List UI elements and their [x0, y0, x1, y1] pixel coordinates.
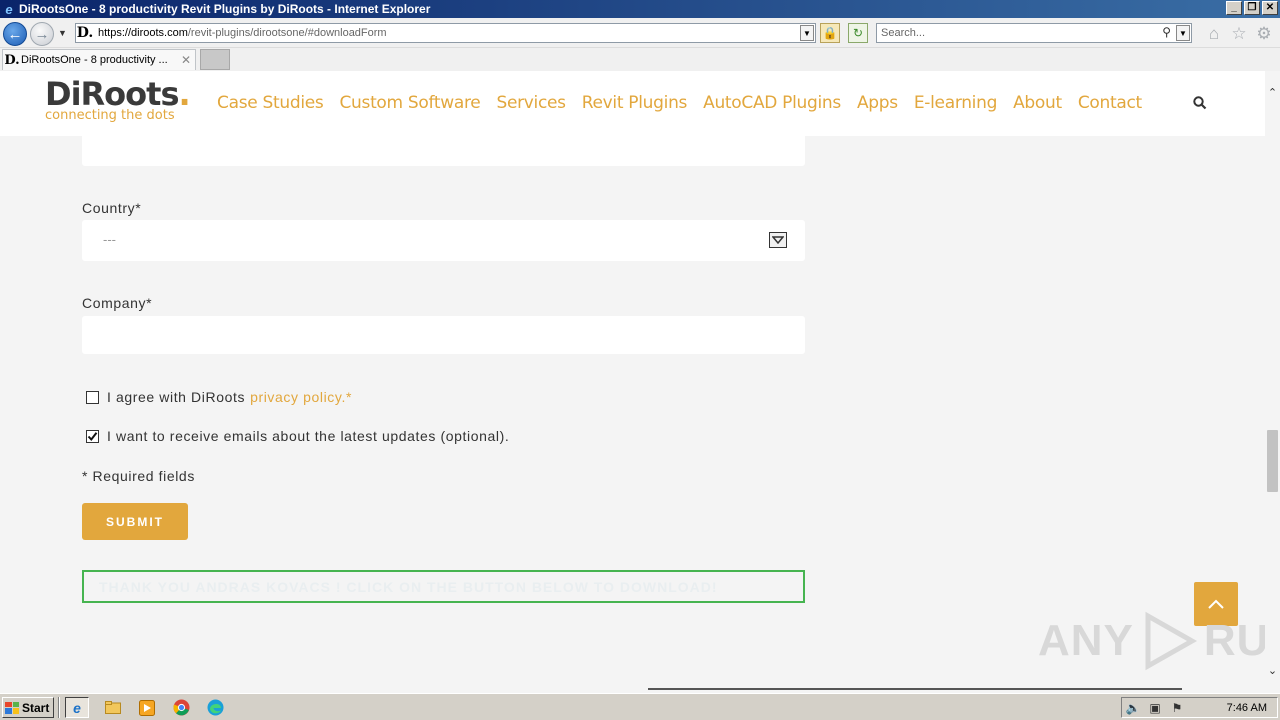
previous-field-input[interactable]: [82, 136, 805, 166]
site-header: DiRoots. connecting the dots Case Studie…: [0, 71, 1265, 136]
submit-button[interactable]: SUBMIT: [82, 503, 188, 540]
forward-icon[interactable]: →: [30, 22, 54, 46]
tab-favicon-icon: D.: [4, 52, 20, 68]
success-message: THANK YOU ANDRAS KOVACS ! CLICK ON THE B…: [99, 578, 718, 595]
url-path: /revit-plugins/dirootsone/#downloadForm: [187, 27, 387, 39]
taskbar-clock[interactable]: 7:46 AM: [1227, 702, 1277, 714]
internet-explorer-icon: e: [5, 1, 13, 17]
emails-text: I want to receive emails about the lates…: [107, 428, 510, 444]
browser-tabbar: D. DiRootsOne - 8 productivity ... ✕: [0, 48, 1280, 71]
url-host: https://diroots.com: [98, 27, 188, 39]
emails-checkbox[interactable]: [86, 429, 99, 443]
back-icon[interactable]: ←: [3, 22, 27, 46]
windows-taskbar: Start e 🔈 ▣ ⚑ 7:46 AM: [0, 693, 1280, 720]
chrome-icon[interactable]: [169, 697, 193, 718]
menu-item-autocad-plugins[interactable]: AutoCAD Plugins: [703, 93, 841, 113]
window-title: DiRootsOne - 8 productivity Revit Plugin…: [19, 2, 431, 16]
privacy-checkbox[interactable]: [86, 390, 99, 404]
internet-explorer-taskbar-icon[interactable]: e: [65, 697, 89, 718]
menu-item-custom-software[interactable]: Custom Software: [339, 93, 480, 113]
search-provider-dropdown-icon[interactable]: ▼: [1176, 25, 1190, 41]
horizontal-scroll-indicator[interactable]: [648, 688, 1182, 690]
volume-icon[interactable]: 🔈: [1122, 701, 1144, 715]
browser-search-input[interactable]: Search... ⚲ ▼: [876, 23, 1192, 43]
required-fields-note: * Required fields: [82, 468, 195, 484]
new-tab-button[interactable]: [200, 49, 230, 70]
start-button[interactable]: Start: [2, 697, 54, 718]
menu-item-apps[interactable]: Apps: [857, 93, 898, 113]
browser-navbar: ← → ▼ D. https://diroots.com/revit-plugi…: [0, 18, 1280, 48]
privacy-policy-link[interactable]: privacy policy.*: [250, 389, 352, 405]
search-icon[interactable]: ⚲: [1162, 25, 1171, 39]
minimize-button[interactable]: _: [1226, 1, 1242, 15]
menu-item-e-learning[interactable]: E-learning: [914, 93, 998, 113]
menu-item-revit-plugins[interactable]: Revit Plugins: [582, 93, 688, 113]
menu-item-services[interactable]: Services: [496, 93, 566, 113]
windows-logo-icon: [5, 701, 19, 714]
company-label: Company*: [82, 295, 153, 311]
logo-dot: .: [178, 75, 190, 113]
privacy-text: I agree with DiRoots: [107, 389, 246, 405]
media-player-icon[interactable]: [135, 697, 159, 718]
gear-icon[interactable]: ⚙: [1254, 24, 1274, 44]
refresh-icon[interactable]: ↻: [848, 23, 868, 43]
network-icon[interactable]: ▣: [1144, 701, 1166, 715]
site-search-icon[interactable]: [1192, 95, 1208, 111]
page-vertical-scrollbar[interactable]: ⌃ ⌄: [1265, 71, 1280, 690]
site-logo[interactable]: DiRoots. connecting the dots: [45, 75, 191, 123]
privacy-consent-row: I agree with DiRoots privacy policy.*: [86, 389, 352, 405]
checkmark-icon: [87, 431, 98, 441]
home-icon[interactable]: ⌂: [1204, 24, 1224, 44]
edge-icon[interactable]: [203, 697, 227, 718]
page-content: Country* --- Company* I agree with DiRoo…: [0, 136, 1265, 690]
action-center-flag-icon[interactable]: ⚑: [1166, 701, 1188, 715]
chevron-down-icon[interactable]: [769, 232, 787, 248]
country-select[interactable]: ---: [82, 220, 805, 261]
logo-tagline: connecting the dots: [45, 108, 175, 123]
scroll-down-arrow-icon[interactable]: ⌄: [1265, 663, 1280, 678]
tab-label: DiRootsOne - 8 productivity ...: [21, 54, 168, 66]
menu-item-contact[interactable]: Contact: [1078, 93, 1142, 113]
address-dropdown-icon[interactable]: ▼: [800, 25, 814, 41]
site-favicon-icon: D.: [76, 25, 94, 41]
lock-icon[interactable]: 🔒: [820, 23, 840, 43]
emails-consent-row: I want to receive emails about the lates…: [86, 428, 509, 444]
watermark-right: RUN: [1203, 616, 1265, 665]
company-input[interactable]: [82, 316, 805, 354]
scroll-up-arrow-icon[interactable]: ⌃: [1265, 85, 1280, 100]
country-selected-value: ---: [103, 232, 116, 247]
watermark-left: ANY: [1038, 616, 1134, 665]
menu-item-about[interactable]: About: [1013, 93, 1062, 113]
start-label: Start: [22, 700, 50, 715]
anyrun-watermark: ANY RUN: [1038, 610, 1265, 672]
file-explorer-icon[interactable]: [101, 697, 125, 718]
system-tray: 🔈 ▣ ⚑ 7:46 AM: [1121, 697, 1278, 718]
favorites-star-icon[interactable]: ☆: [1229, 24, 1249, 44]
tab-close-icon[interactable]: ✕: [181, 53, 195, 67]
menu-item-case-studies[interactable]: Case Studies: [217, 93, 324, 113]
close-button[interactable]: ✕: [1262, 1, 1278, 15]
scrollbar-thumb[interactable]: [1267, 430, 1278, 492]
address-url[interactable]: https://diroots.com/revit-plugins/diroot…: [94, 27, 387, 39]
tab-dirootsone[interactable]: D. DiRootsOne - 8 productivity ... ✕: [2, 49, 196, 70]
taskbar-separator: [58, 697, 60, 718]
main-menu: Case Studies Custom Software Services Re…: [217, 93, 1158, 113]
address-bar[interactable]: D. https://diroots.com/revit-plugins/dir…: [75, 23, 816, 43]
chevron-up-icon: [1208, 599, 1224, 609]
play-logo-icon: [1145, 611, 1197, 671]
window-titlebar: e DiRootsOne - 8 productivity Revit Plug…: [0, 0, 1280, 18]
success-message-box: THANK YOU ANDRAS KOVACS ! CLICK ON THE B…: [82, 570, 805, 603]
search-placeholder: Search...: [881, 27, 926, 39]
restore-button[interactable]: ❐: [1244, 1, 1260, 15]
country-label: Country*: [82, 200, 142, 216]
recent-pages-dropdown-icon[interactable]: ▼: [58, 28, 67, 38]
